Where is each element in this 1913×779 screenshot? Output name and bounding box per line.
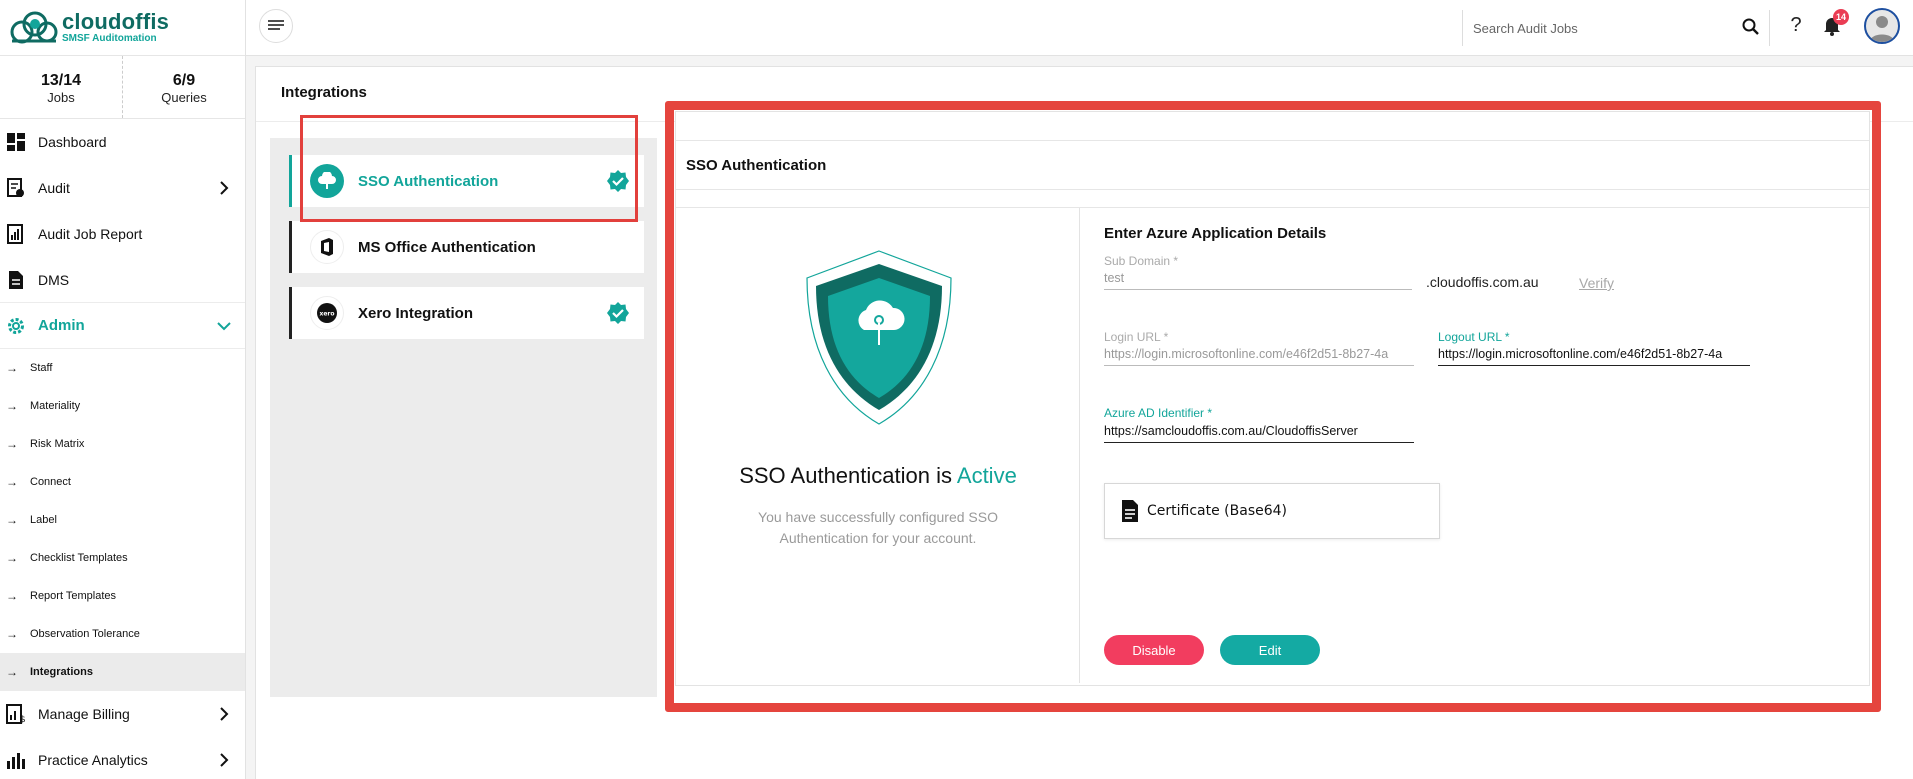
- office-icon: [310, 230, 344, 264]
- integration-xero[interactable]: xero Xero Integration: [289, 287, 644, 339]
- document-icon: [6, 270, 26, 290]
- page-title: Integrations: [281, 84, 367, 101]
- arrow-right-icon: →: [6, 589, 18, 603]
- chevron-right-icon: [220, 181, 229, 195]
- user-icon: [1870, 16, 1894, 42]
- app: cloudoffis SMSF Auditomation 13/14 Jobs …: [0, 0, 1913, 779]
- integration-ms-office[interactable]: MS Office Authentication: [289, 221, 644, 273]
- nav-dms-label: DMS: [38, 271, 70, 288]
- nav-manage-billing[interactable]: $ Manage Billing: [0, 691, 245, 737]
- billing-icon: $: [6, 704, 26, 724]
- nav-admin-integrations[interactable]: → Integrations: [0, 653, 245, 691]
- nav-admin-integrations-label: Integrations: [30, 666, 93, 678]
- jobs-stat[interactable]: 13/14 Jobs: [0, 56, 122, 118]
- jobs-count: 13/14: [40, 72, 82, 89]
- help-icon[interactable]: ?: [1786, 14, 1806, 37]
- integration-ms-office-label: MS Office Authentication: [358, 238, 536, 256]
- nav-admin-report-templates[interactable]: → Report Templates: [0, 577, 245, 615]
- arrow-right-icon: →: [6, 361, 18, 375]
- hamburger-icon: [268, 20, 284, 30]
- avatar[interactable]: [1864, 8, 1900, 44]
- xero-icon: xero: [310, 296, 344, 330]
- nav-admin-risk-matrix[interactable]: → Risk Matrix: [0, 425, 245, 463]
- svg-text:xero: xero: [319, 311, 334, 318]
- logo[interactable]: cloudoffis SMSF Auditomation: [0, 0, 245, 56]
- dashboard-icon: [6, 132, 26, 152]
- brand-name: cloudoffis: [62, 8, 170, 34]
- audit-icon: [6, 178, 26, 198]
- search-icon[interactable]: [1741, 17, 1761, 37]
- nav-dashboard[interactable]: Dashboard: [0, 119, 245, 165]
- nav-admin-materiality-label: Materiality: [30, 400, 81, 412]
- highlight-box-sso-panel: [665, 101, 1881, 712]
- nav-audit[interactable]: Audit: [0, 165, 245, 211]
- nav-practice-analytics-label: Practice Analytics: [38, 752, 148, 768]
- nav-admin-checklist-templates-label: Checklist Templates: [30, 552, 128, 564]
- report-icon: [6, 224, 26, 244]
- nav-admin-connect-label: Connect: [30, 476, 71, 488]
- nav-manage-billing-label: Manage Billing: [38, 706, 130, 722]
- nav-dashboard-label: Dashboard: [38, 134, 107, 150]
- integration-xero-label: Xero Integration: [358, 304, 474, 322]
- arrow-right-icon: →: [6, 513, 18, 527]
- sidebar: cloudoffis SMSF Auditomation 13/14 Jobs …: [0, 0, 246, 779]
- arrow-right-icon: →: [6, 399, 18, 413]
- cloudoffis-logo-icon: [10, 11, 58, 43]
- arrow-right-icon: →: [6, 665, 18, 679]
- jobs-label: Jobs: [47, 90, 75, 105]
- highlight-box-sso-item: [300, 115, 638, 222]
- nav-admin[interactable]: Admin: [0, 303, 245, 349]
- gear-icon: [6, 316, 26, 336]
- chevron-down-icon: [217, 322, 231, 331]
- nav-admin-checklist-templates[interactable]: → Checklist Templates: [0, 539, 245, 577]
- search-box: [1462, 10, 1770, 46]
- nav-admin-report-templates-label: Report Templates: [30, 590, 117, 602]
- brand-tagline: SMSF Auditomation: [62, 32, 157, 44]
- arrow-right-icon: →: [6, 475, 18, 489]
- arrow-right-icon: →: [6, 437, 18, 451]
- nav-dms[interactable]: DMS: [0, 257, 245, 303]
- queries-count: 6/9: [172, 72, 196, 89]
- arrow-right-icon: →: [6, 627, 18, 641]
- nav-audit-job-report[interactable]: Audit Job Report: [0, 211, 245, 257]
- nav-admin-staff-label: Staff: [30, 362, 53, 374]
- stats-bar: 13/14 Jobs 6/9 Queries: [0, 56, 245, 119]
- nav-practice-analytics[interactable]: Practice Analytics: [0, 737, 245, 779]
- nav-admin-label: Admin: [38, 317, 85, 334]
- arrow-right-icon: →: [6, 551, 18, 565]
- chevron-right-icon: [220, 753, 229, 767]
- menu-toggle-button[interactable]: [259, 9, 293, 43]
- nav-admin-materiality[interactable]: → Materiality: [0, 387, 245, 425]
- nav-admin-staff[interactable]: → Staff: [0, 349, 245, 387]
- nav-audit-job-report-label: Audit Job Report: [38, 226, 143, 242]
- nav-admin-label-item[interactable]: → Label: [0, 501, 245, 539]
- queries-stat[interactable]: 6/9 Queries: [122, 56, 245, 118]
- top-header: ? 14: [246, 0, 1913, 56]
- nav-admin-observation-tolerance[interactable]: → Observation Tolerance: [0, 615, 245, 653]
- svg-text:$: $: [20, 715, 26, 724]
- notification-badge: 14: [1833, 9, 1850, 25]
- chevron-right-icon: [220, 707, 229, 721]
- nav-admin-observation-tolerance-label: Observation Tolerance: [30, 628, 140, 640]
- queries-label: Queries: [161, 90, 207, 105]
- verified-check-icon: [607, 302, 629, 324]
- analytics-icon: [6, 750, 26, 770]
- nav-admin-risk-matrix-label: Risk Matrix: [30, 438, 85, 450]
- nav-audit-label: Audit: [38, 180, 70, 196]
- search-input[interactable]: [1473, 18, 1723, 38]
- nav-admin-label-label: Label: [30, 514, 57, 526]
- nav-admin-connect[interactable]: → Connect: [0, 463, 245, 501]
